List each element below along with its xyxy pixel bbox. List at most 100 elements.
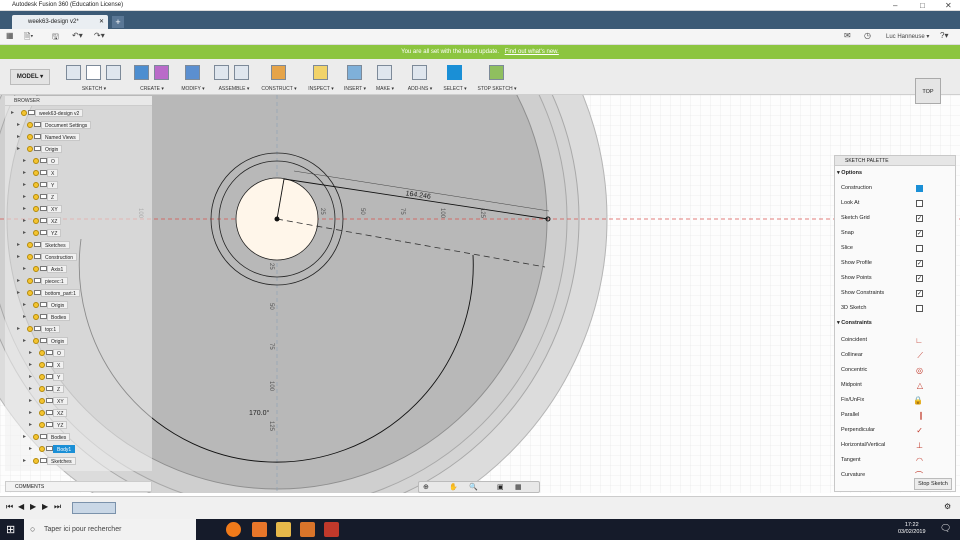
modify-group[interactable]: MODIFY ▾ — [178, 62, 208, 94]
expand-arrow-icon[interactable]: ▸ — [23, 156, 26, 166]
create-menu[interactable]: CREATE ▾ — [132, 86, 172, 92]
expand-arrow-icon[interactable]: ▸ — [23, 204, 26, 214]
visibility-bulb-icon[interactable] — [33, 206, 39, 212]
undo-icon[interactable]: ↶▾ — [72, 31, 83, 40]
expand-arrow-icon[interactable]: ▸ — [23, 228, 26, 238]
stop-sketch-menu[interactable]: STOP SKETCH ▾ — [476, 86, 518, 92]
constraint-item[interactable]: Coincident ∟ — [841, 334, 951, 346]
inspect-group[interactable]: INSPECT ▾ — [304, 62, 338, 94]
expand-arrow-icon[interactable]: ▸ — [17, 288, 20, 298]
expand-arrow-icon[interactable]: ▸ — [23, 312, 26, 322]
expand-arrow-icon[interactable]: ▸ — [23, 216, 26, 226]
expand-arrow-icon[interactable]: ▸ — [23, 432, 26, 442]
constraint-item[interactable]: Midpoint △ — [841, 379, 951, 391]
job-status-icon[interactable]: ✉ — [844, 31, 851, 40]
zoom-icon[interactable]: 🔍 — [469, 483, 478, 491]
option-checkbox[interactable] — [916, 245, 923, 252]
pattern-icon[interactable] — [154, 65, 169, 80]
option-checkbox[interactable] — [916, 305, 923, 312]
visibility-bulb-icon[interactable] — [33, 218, 39, 224]
expand-arrow-icon[interactable]: ▸ — [23, 180, 26, 190]
notifications-icon[interactable]: 🗨 — [940, 523, 951, 534]
press-pull-icon[interactable] — [185, 65, 200, 80]
3d-print-icon[interactable] — [377, 65, 392, 80]
rectangle-icon[interactable] — [106, 65, 121, 80]
redo-icon[interactable]: ↷▾ — [94, 31, 105, 40]
palette-option[interactable]: Show Points — [841, 272, 951, 284]
stop-sketch-group[interactable]: STOP SKETCH ▾ — [476, 62, 518, 94]
create-group[interactable]: CREATE ▾ — [132, 62, 172, 94]
timeline-settings-icon[interactable]: ⚙ — [944, 502, 951, 511]
sketch-group[interactable]: SKETCH ▾ — [64, 62, 124, 94]
constraint-icon[interactable]: 🔒 — [913, 395, 923, 407]
file-menu-icon[interactable]: 🗎▾ — [24, 31, 33, 45]
data-panel-icon[interactable]: ▦ — [6, 31, 14, 40]
file-explorer-icon[interactable] — [276, 522, 291, 537]
expand-arrow-icon[interactable]: ▸ — [23, 192, 26, 202]
visibility-bulb-icon[interactable] — [33, 170, 39, 176]
expand-arrow-icon[interactable]: ▸ — [29, 420, 32, 430]
expand-arrow-icon[interactable]: ▸ — [23, 264, 26, 274]
construct-menu[interactable]: CONSTRUCT ▾ — [260, 86, 298, 92]
palette-option[interactable]: 3D Sketch — [841, 302, 951, 314]
scripts-icon[interactable] — [412, 65, 427, 80]
expand-arrow-icon[interactable]: ▸ — [17, 144, 20, 154]
joint-icon[interactable] — [234, 65, 249, 80]
visibility-bulb-icon[interactable] — [27, 146, 33, 152]
constraint-item[interactable]: Collinear ⟋ — [841, 349, 951, 361]
expand-arrow-icon[interactable]: ▸ — [17, 120, 20, 130]
palette-option[interactable]: Slice — [841, 242, 951, 254]
visibility-bulb-icon[interactable] — [39, 362, 45, 368]
close-tab-icon[interactable]: ✕ — [99, 15, 104, 29]
visibility-bulb-icon[interactable] — [33, 266, 39, 272]
help-icon[interactable]: ?▾ — [940, 31, 948, 40]
display-settings-icon[interactable]: ▣ — [497, 483, 504, 491]
constraint-icon[interactable]: ⟋ — [917, 350, 923, 362]
visibility-bulb-icon[interactable] — [33, 314, 39, 320]
make-menu[interactable]: MAKE ▾ — [372, 86, 398, 92]
comments-panel[interactable]: COMMENTS — [5, 481, 152, 492]
constraint-item[interactable]: Fix/UnFix 🔒 — [841, 394, 951, 406]
insert-group[interactable]: INSERT ▾ — [340, 62, 370, 94]
visibility-bulb-icon[interactable] — [39, 350, 45, 356]
visibility-bulb-icon[interactable] — [33, 182, 39, 188]
browser-header[interactable]: BROWSER — [5, 96, 152, 106]
go-to-end-icon[interactable]: ⏭ — [54, 502, 61, 512]
constraint-item[interactable]: Perpendicular ✓ — [841, 424, 951, 436]
palette-option[interactable]: Construction — [841, 182, 951, 194]
document-tab[interactable]: week63-design v2* ✕ — [12, 15, 108, 29]
palette-header[interactable]: SKETCH PALETTE — [835, 156, 955, 166]
expand-arrow-icon[interactable]: ▸ — [17, 276, 20, 286]
expand-arrow-icon[interactable]: ▸ — [11, 108, 14, 118]
options-section-title[interactable]: ▾ Options — [837, 170, 862, 176]
sketch-menu[interactable]: SKETCH ▾ — [64, 86, 124, 92]
app2-icon[interactable] — [324, 522, 339, 537]
expand-arrow-icon[interactable]: ▸ — [23, 300, 26, 310]
make-group[interactable]: MAKE ▾ — [372, 62, 398, 94]
constraint-item[interactable]: Tangent ◠ — [841, 454, 951, 466]
new-component-icon[interactable] — [214, 65, 229, 80]
expand-arrow-icon[interactable]: ▸ — [29, 408, 32, 418]
expand-arrow-icon[interactable]: ▸ — [29, 396, 32, 406]
option-checkbox[interactable] — [916, 230, 923, 237]
visibility-bulb-icon[interactable] — [33, 194, 39, 200]
step-back-icon[interactable]: ◀ — [18, 502, 24, 511]
assemble-group[interactable]: ASSEMBLE ▾ — [212, 62, 256, 94]
modify-menu[interactable]: MODIFY ▾ — [178, 86, 208, 92]
palette-option[interactable]: Look At — [841, 197, 951, 209]
visibility-bulb-icon[interactable] — [39, 410, 45, 416]
visibility-bulb-icon[interactable] — [33, 338, 39, 344]
grid-settings-icon[interactable]: ▦ — [515, 483, 522, 491]
constraint-item[interactable]: Horizontal/Vertical ⊥ — [841, 439, 951, 451]
assemble-menu[interactable]: ASSEMBLE ▾ — [212, 86, 256, 92]
whats-new-link[interactable]: Find out what's new. — [505, 49, 559, 55]
visibility-bulb-icon[interactable] — [33, 302, 39, 308]
option-checkbox[interactable] — [916, 200, 923, 207]
visibility-bulb-icon[interactable] — [33, 230, 39, 236]
expand-arrow-icon[interactable]: ▸ — [29, 360, 32, 370]
measure-icon[interactable] — [313, 65, 328, 80]
system-clock[interactable]: 17:22 03/02/2019 — [898, 522, 926, 536]
minimize-button[interactable]: – — [893, 0, 897, 11]
orbit-icon[interactable]: ⊕ — [423, 483, 429, 491]
expand-arrow-icon[interactable]: ▸ — [23, 336, 26, 346]
